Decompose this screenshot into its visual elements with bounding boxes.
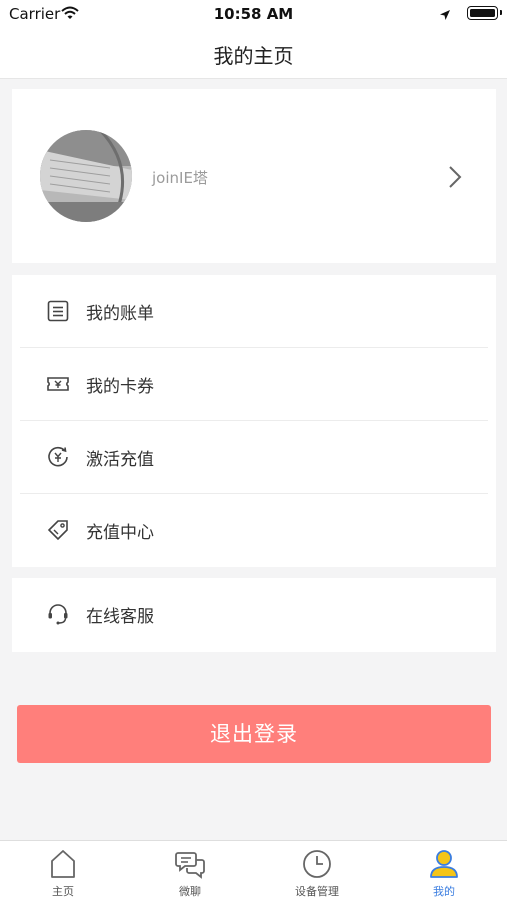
page-title: 我的主页 [213, 44, 294, 68]
username: joinIE塔 [152, 169, 208, 187]
tab-mine[interactable]: 我的 [381, 841, 507, 901]
bill-list-icon [46, 299, 70, 323]
tab-label: 主页 [52, 885, 74, 898]
chat-icon [174, 848, 206, 880]
ticket-icon [46, 372, 70, 396]
home-icon [47, 848, 79, 880]
status-bar: Carrier 10:58 AM [0, 0, 507, 28]
tab-home[interactable]: 主页 [0, 841, 126, 901]
menu-item-activate-recharge[interactable]: 激活充值 [12, 421, 496, 494]
menu-item-label: 我的卡券 [86, 377, 154, 397]
chevron-right-icon [448, 165, 462, 193]
menu-item-recharge-center[interactable]: 充值中心 [12, 494, 496, 567]
menu-item-bill[interactable]: 我的账单 [12, 275, 496, 348]
menu-item-label: 我的账单 [86, 304, 154, 324]
battery-icon [467, 6, 502, 20]
tab-label: 微聊 [179, 885, 201, 898]
service-card: 在线客服 [12, 578, 496, 652]
menu-item-label: 在线客服 [86, 607, 154, 627]
tag-icon [46, 518, 70, 542]
clock-icon [301, 848, 333, 880]
tab-device-management[interactable]: 设备管理 [254, 841, 380, 901]
logout-button[interactable]: 退出登录 [17, 705, 491, 763]
tab-label: 我的 [433, 885, 455, 898]
menu-item-online-service[interactable]: 在线客服 [12, 578, 496, 651]
profile-card[interactable]: joinIE塔 [12, 89, 496, 263]
tab-label: 设备管理 [295, 885, 339, 898]
status-time: 10:58 AM [213, 5, 294, 23]
avatar [40, 130, 132, 222]
menu-item-label: 激活充值 [86, 450, 154, 470]
user-icon [428, 848, 460, 880]
tab-bar: 主页 微聊 设备管理 我的 [0, 840, 507, 901]
menu-item-coupons[interactable]: 我的卡券 [12, 348, 496, 421]
activate-recharge-icon [46, 445, 70, 469]
navigation-bar: 我的主页 [0, 28, 507, 79]
menu-card: 我的账单 我的卡券 激活充值 充值中心 [12, 275, 496, 567]
headset-icon [46, 602, 70, 626]
menu-item-label: 充值中心 [86, 523, 154, 543]
tab-chat[interactable]: 微聊 [127, 841, 253, 901]
location-arrow-icon [439, 6, 451, 25]
